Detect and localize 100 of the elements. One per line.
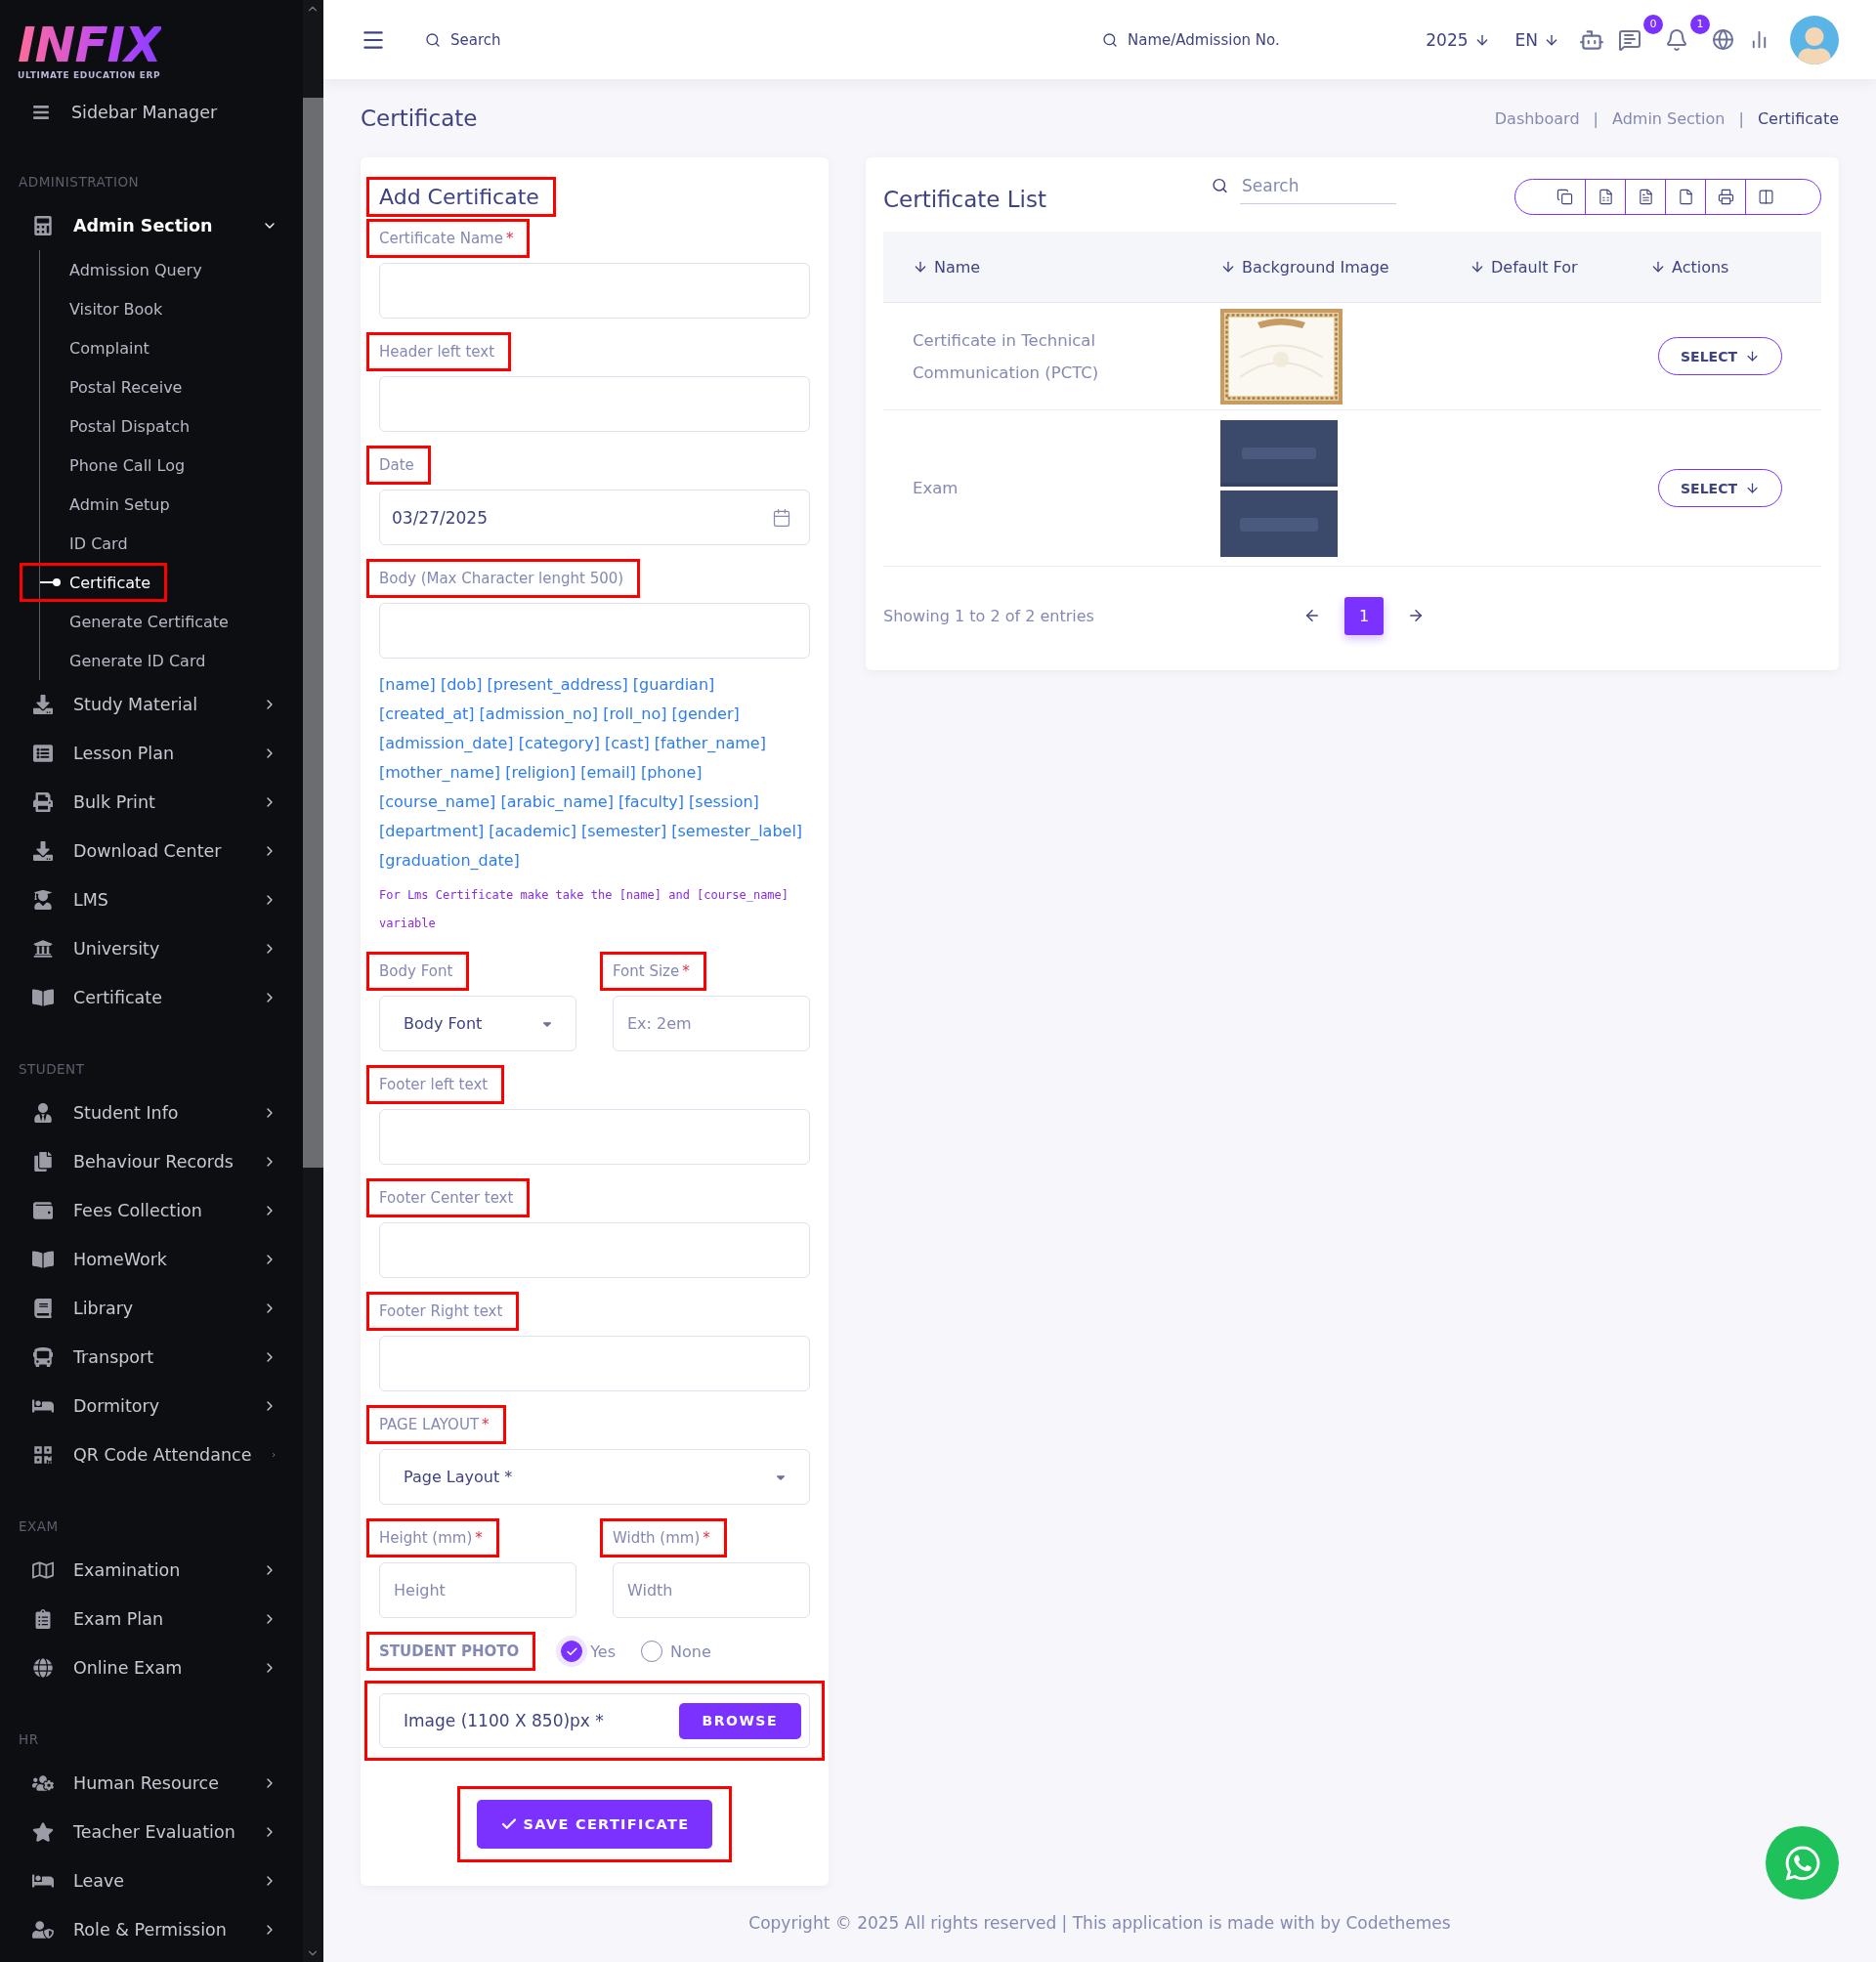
sidebar-subitem[interactable]: Admission Query [20, 250, 219, 289]
sidebar-item[interactable]: HomeWork [0, 1235, 303, 1284]
section-heading: STUDENT [18, 1060, 86, 1079]
bell-icon [1665, 27, 1688, 52]
breadcrumb-link[interactable]: Certificate [1757, 108, 1839, 128]
sidebar-item[interactable]: LMS [0, 875, 303, 924]
field-label: Footer left text [366, 1065, 505, 1104]
globe-button[interactable] [1712, 28, 1734, 51]
sidebar-subitem[interactable]: Phone Call Log [20, 446, 202, 485]
breadcrumb-separator: | [1593, 108, 1599, 128]
calculator-icon [32, 216, 54, 235]
sidebar-item[interactable]: Download Center [0, 827, 303, 875]
next-page-button[interactable] [1407, 607, 1425, 624]
sidebar-manager-link[interactable]: Sidebar Manager [0, 90, 303, 135]
language-dropdown[interactable]: EN [1509, 29, 1565, 50]
sidebar-subitem[interactable]: Certificate [20, 563, 168, 602]
list-title: Certificate List [883, 187, 1047, 212]
sidebar-subitem[interactable]: Generate ID Card [20, 641, 223, 680]
text-field[interactable] [379, 603, 810, 659]
page-button[interactable]: 1 [1344, 596, 1384, 635]
sidebar-subitem[interactable]: Generate Certificate [20, 602, 245, 641]
field-label: PAGE LAYOUT * [366, 1405, 506, 1444]
text-field[interactable] [379, 1336, 810, 1391]
section-heading: HR [18, 1730, 40, 1749]
field-label: Certificate Name * [366, 219, 531, 258]
sidebar-item[interactable]: Role & Permission [0, 1905, 303, 1954]
field-label: Width (mm) * [600, 1518, 727, 1557]
save-button[interactable]: SAVE CERTIFICATE [476, 1800, 713, 1849]
column-header[interactable]: Actions [1650, 232, 1821, 303]
wallet-icon [32, 1201, 54, 1220]
column-header[interactable]: Background Image [1220, 232, 1470, 303]
sidebar-subitem[interactable]: Admin Setup [20, 485, 187, 524]
select-field[interactable]: Page Layout * [379, 1449, 810, 1505]
search-field[interactable]: Search [448, 29, 644, 50]
search-icon [425, 31, 441, 48]
arrow-right-icon [1407, 607, 1425, 624]
year-dropdown[interactable]: 2025 [1420, 29, 1496, 50]
browse-button[interactable]: BROWSE [678, 1702, 801, 1739]
spreadsheet-icon [1597, 189, 1614, 205]
text-field[interactable]: Height [379, 1562, 576, 1618]
sidebar-item[interactable]: Study Material [0, 680, 303, 729]
page-title: Certificate [361, 106, 478, 131]
sidebar-item[interactable]: Human Resource [0, 1759, 303, 1808]
copy-icon [1556, 189, 1573, 205]
sidebar-item[interactable]: Transport [0, 1333, 303, 1382]
sidebar-subitem[interactable]: Complaint [20, 328, 166, 367]
sidebar-item[interactable]: Student Info [0, 1088, 303, 1137]
entries-info: Showing 1 to 2 of 2 entries [883, 606, 1095, 625]
sidebar-item[interactable]: Leave [0, 1856, 303, 1905]
scrollbar[interactable] [303, 0, 323, 1962]
bed-icon [32, 1871, 54, 1891]
text-field[interactable] [379, 376, 810, 432]
notifications-button[interactable] [1665, 27, 1688, 52]
search-icon [1212, 177, 1228, 194]
field-label: Font Size * [600, 952, 706, 991]
document-icon [1637, 189, 1654, 205]
column-header[interactable]: Name [883, 232, 1220, 303]
sidebar-subitem[interactable]: Postal Receive [20, 367, 199, 406]
user-shield-icon [32, 1920, 54, 1940]
radio-option[interactable]: Yes [561, 1641, 617, 1662]
sidebar-item[interactable]: Certificate [0, 973, 303, 1022]
messages-button[interactable] [1618, 27, 1642, 52]
search-field[interactable]: Search [1240, 167, 1396, 204]
sidebar-item[interactable]: Lesson Plan [0, 729, 303, 778]
sidebar-item[interactable]: Exam Plan [0, 1595, 303, 1643]
search-icon [1102, 31, 1118, 48]
sidebar-subitem[interactable]: Postal Dispatch [20, 406, 207, 446]
globe-icon [1712, 28, 1734, 51]
text-field[interactable] [379, 1109, 810, 1165]
sidebar-subitem[interactable]: ID Card [20, 524, 145, 563]
sidebar-item[interactable]: Online Exam [0, 1643, 303, 1692]
text-field[interactable] [379, 1222, 810, 1278]
sidebar-item[interactable]: QR Code Attendance [0, 1430, 303, 1479]
sidebar-item[interactable]: Library [0, 1284, 303, 1333]
select-button[interactable]: SELECT [1658, 337, 1782, 375]
text-field[interactable] [379, 263, 810, 319]
sidebar-item[interactable]: Teacher Evaluation [0, 1808, 303, 1856]
documents-icon [32, 1152, 54, 1172]
logo-tagline: ULTIMATE EDUCATION ERP [18, 70, 161, 80]
file-field[interactable]: Image (1100 X 850)px * BROWSE [379, 1693, 810, 1748]
count-badge: 1 [1690, 14, 1710, 34]
select-button[interactable]: SELECT [1658, 469, 1782, 507]
sidebar-item[interactable]: Bulk Print [0, 778, 303, 827]
date-field[interactable]: 03/27/2025 [379, 490, 810, 545]
bed-icon [32, 1396, 54, 1416]
sidebar-item[interactable]: Admin Section [0, 201, 303, 250]
sidebar-item[interactable]: Examination [0, 1546, 303, 1595]
sidebar-subitem[interactable]: Visitor Book [20, 289, 180, 328]
sidebar-item[interactable]: Dormitory [0, 1382, 303, 1430]
student-search-field[interactable]: Name/Admission No. [1126, 29, 1321, 50]
text-field[interactable]: Ex: 2em [613, 996, 810, 1051]
select-field[interactable]: Body Font [379, 996, 576, 1051]
breadcrumb-separator: | [1738, 108, 1744, 128]
previous-page-button[interactable] [1303, 607, 1321, 624]
sidebar-item[interactable]: University [0, 924, 303, 973]
column-header[interactable]: Default For [1470, 232, 1650, 303]
section-heading: ADMINISTRATION [18, 173, 141, 192]
text-field[interactable]: Width [613, 1562, 810, 1618]
sidebar-item[interactable]: Fees Collection [0, 1186, 303, 1235]
sidebar-item[interactable]: Behaviour Records [0, 1137, 303, 1186]
